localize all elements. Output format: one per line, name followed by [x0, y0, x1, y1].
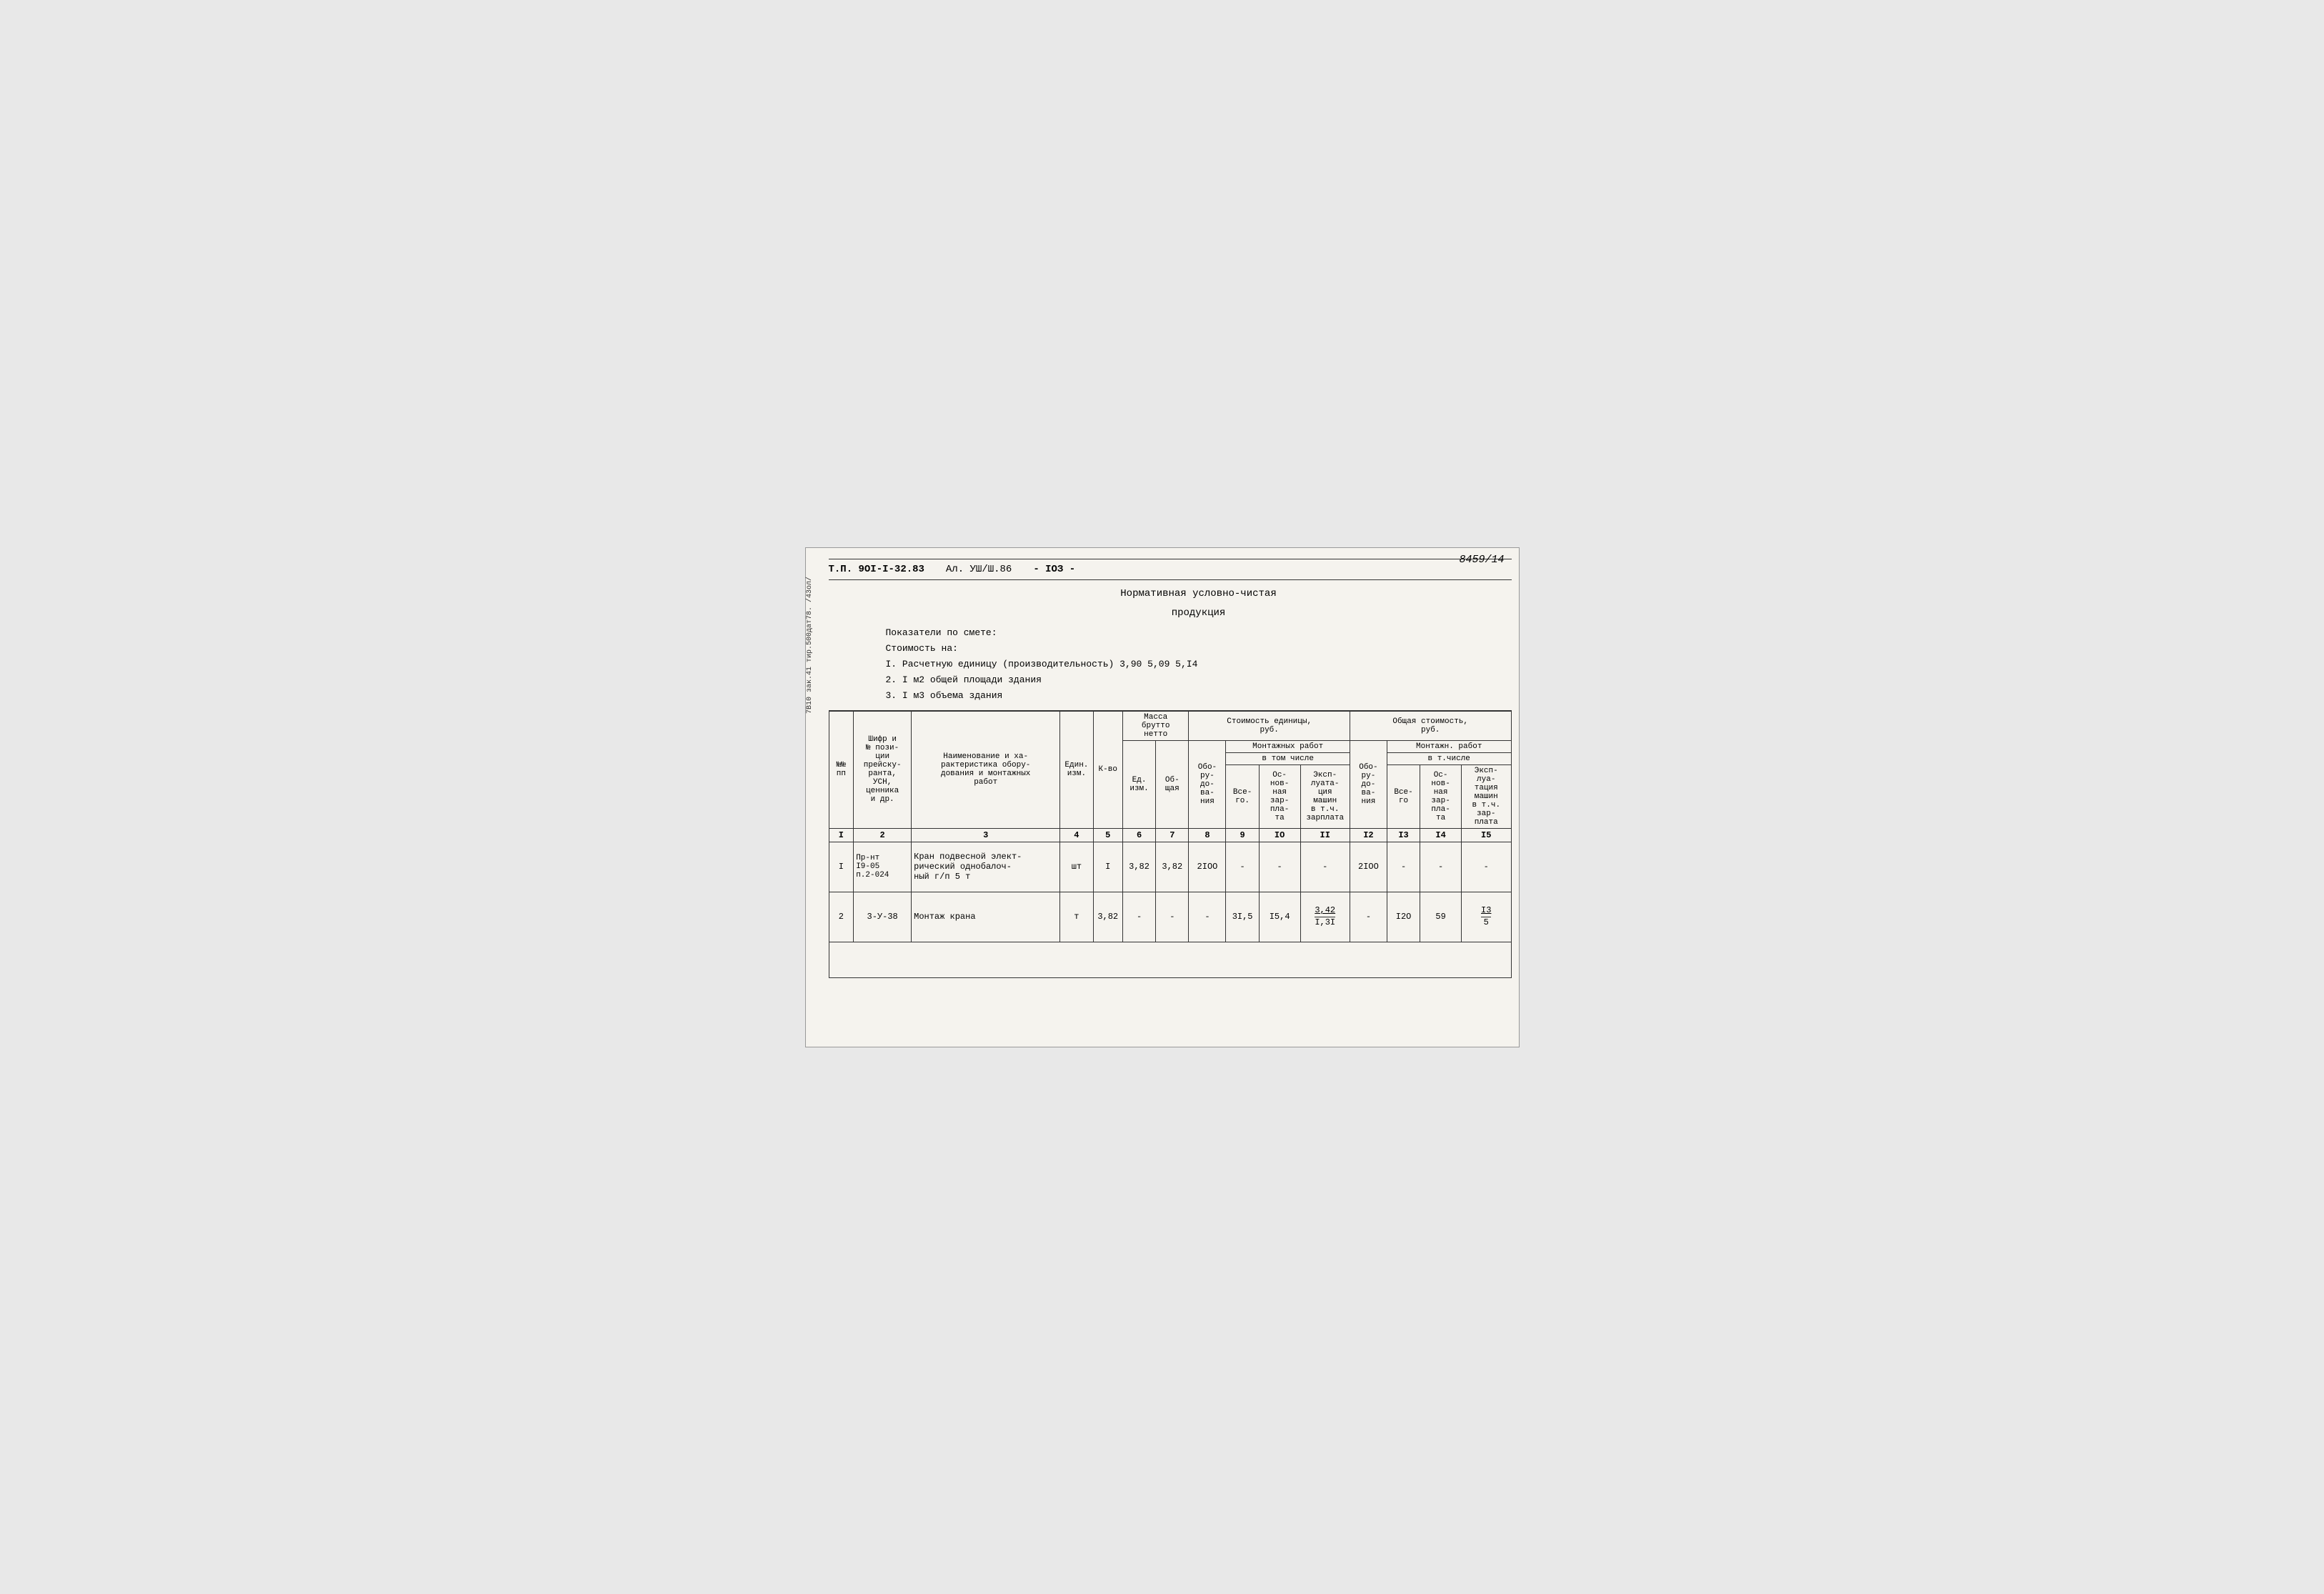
- row1-total-mont-main: -: [1420, 842, 1462, 892]
- item3: 3. I м3 объема здания: [886, 688, 1512, 704]
- row1-total-equip: 2IОО: [1350, 842, 1387, 892]
- row1-mass-total: 3,82: [1156, 842, 1189, 892]
- row1-name: Кран подвесной элект-рический однобалоч-…: [912, 842, 1060, 892]
- page: 8459/14 7В10 зак.41 тир.500дат78. /43ол/…: [805, 547, 1520, 1047]
- col-cost-unit-group: Стоимость единицы,руб.: [1189, 711, 1350, 740]
- col-nn: №№пп: [829, 711, 854, 828]
- header-line: Т.П. 9ОI-I-32.83 Ал. УШ/Ш.86 - IОЗ -: [829, 559, 1512, 580]
- item2: 2. I м2 общей площади здания: [886, 672, 1512, 688]
- row2-total-mont-main: 59: [1420, 892, 1462, 942]
- row2-mont-expl-denom: I,3I: [1315, 917, 1335, 927]
- row1-code: Пр-нтI9-05п.2-024: [854, 842, 912, 892]
- col-code: Шифр и№ пози-циипрейску-ранта,УСН,ценник…: [854, 711, 912, 828]
- col-total-mont-main-hdr: Ос-нов-наязар-пла-та: [1420, 764, 1462, 828]
- row2-mont-expl-fraction: 3,42 I,3I: [1303, 906, 1347, 927]
- row2-mass-unit: -: [1122, 892, 1155, 942]
- col-total-equip: Обо-ру-до-ва-ния: [1350, 740, 1387, 828]
- col-unit: Един.изм.: [1060, 711, 1093, 828]
- col-total-mont-group: Монтажн. работ: [1387, 740, 1511, 752]
- num-4: 4: [1060, 828, 1093, 842]
- num-14: I4: [1420, 828, 1462, 842]
- group-header-row: №№пп Шифр и№ пози-циипрейску-ранта,УСН,ц…: [829, 711, 1511, 740]
- row2-unit: т: [1060, 892, 1093, 942]
- row2-total-mont-expl-fraction: I3 5: [1464, 906, 1509, 927]
- num-7: 7: [1156, 828, 1189, 842]
- table-row: I Пр-нтI9-05п.2-024 Кран подвесной элект…: [829, 842, 1511, 892]
- col-cost-equip: Обо-ру-до-ва-ния: [1189, 740, 1226, 828]
- info-title1: Нормативная условно-чистая: [886, 586, 1512, 603]
- cost-label: Стоимость на:: [886, 641, 1512, 657]
- row2-total-mont-all: I2О: [1387, 892, 1420, 942]
- row1-unit: шт: [1060, 842, 1093, 892]
- num-15: I5: [1462, 828, 1512, 842]
- num-6: 6: [1122, 828, 1155, 842]
- num-5: 5: [1093, 828, 1122, 842]
- row1-mass-unit: 3,82: [1122, 842, 1155, 892]
- col-name: Наименование и ха-рактеристика обору-дов…: [912, 711, 1060, 828]
- row1-mont-expl: -: [1300, 842, 1350, 892]
- col-mass-total: Об-щая: [1156, 740, 1189, 828]
- row1-qty: I: [1093, 842, 1122, 892]
- col-total-mont-all-hdr: Все-го: [1387, 764, 1420, 828]
- col-total-mont-in-subgroup: в т.числе: [1387, 752, 1511, 764]
- row2-name: Монтаж крана: [912, 892, 1060, 942]
- row1-cost-equip: 2IОО: [1189, 842, 1226, 892]
- num-1: I: [829, 828, 854, 842]
- row2-qty: 3,82: [1093, 892, 1122, 942]
- num-12: I2: [1350, 828, 1387, 842]
- col-cost-total-group: Общая стоимость,руб.: [1350, 711, 1511, 740]
- header-al: Ал. УШ/Ш.86: [946, 564, 1012, 575]
- row2-mass-total: -: [1156, 892, 1189, 942]
- left-label: 7В10 зак.41 тир.500дат78. /43ол/: [806, 577, 820, 714]
- num-8: 8: [1189, 828, 1226, 842]
- indicators-label: Показатели по смете:: [886, 625, 1512, 641]
- header-num: - IОЗ -: [1033, 564, 1075, 575]
- col-mass-group: Массабруттонетто: [1122, 711, 1189, 740]
- col-qty: К-во: [1093, 711, 1122, 828]
- num-9: 9: [1226, 828, 1259, 842]
- row2-total-mont-expl-numer: I3: [1481, 906, 1491, 917]
- row2-num: 2: [829, 892, 854, 942]
- col-total-mont-expl-hdr: Эксп-луа-тациямашинв т.ч.зар-плата: [1462, 764, 1512, 828]
- col-mont-all-hdr: Все-го.: [1226, 764, 1259, 828]
- row2-total-mont-expl-denom: 5: [1484, 917, 1489, 927]
- row2-total-mont-expl: I3 5: [1462, 892, 1512, 942]
- row2-mont-expl-numer: 3,42: [1315, 906, 1335, 917]
- page-number: 8459/14: [1459, 554, 1504, 566]
- row2-mont-main: I5,4: [1259, 892, 1300, 942]
- row1-total-mont-expl: -: [1462, 842, 1512, 892]
- col-mont-expl-hdr: Эксп-луата-циямашинв т.ч.зарплата: [1300, 764, 1350, 828]
- num-10: IО: [1259, 828, 1300, 842]
- num-3: 3: [912, 828, 1060, 842]
- row2-total-equip: -: [1350, 892, 1387, 942]
- row2-mont-all: 3I,5: [1226, 892, 1259, 942]
- item1: I. Расчетную единицу (производительность…: [886, 657, 1512, 672]
- row1-mont-main: -: [1259, 842, 1300, 892]
- row1-mont-all: -: [1226, 842, 1259, 892]
- empty-row1: [829, 942, 1511, 977]
- row1-total-mont-all: -: [1387, 842, 1420, 892]
- col-mont-in-subgroup: в том числе: [1226, 752, 1350, 764]
- col-mass-unit: Ед.изм.: [1122, 740, 1155, 828]
- num-11: II: [1300, 828, 1350, 842]
- row1-num: I: [829, 842, 854, 892]
- empty-cell1: [829, 942, 1511, 977]
- table-row: 2 3-У-38 Монтаж крана т 3,82 - - - 3I,5 …: [829, 892, 1511, 942]
- row2-cost-equip: -: [1189, 892, 1226, 942]
- col-mont-group: Монтажных работ: [1226, 740, 1350, 752]
- info-block: Нормативная условно-чистая продукция Пок…: [829, 580, 1512, 711]
- num-13: I3: [1387, 828, 1420, 842]
- header-tp: Т.П. 9ОI-I-32.83: [829, 564, 924, 575]
- main-table: №№пп Шифр и№ пози-циипрейску-ранта,УСН,ц…: [829, 711, 1512, 978]
- num-2: 2: [854, 828, 912, 842]
- num-row: I 2 3 4 5 6 7 8 9 IО II I2 I3 I4 I5: [829, 828, 1511, 842]
- row2-code: 3-У-38: [854, 892, 912, 942]
- col-mont-main-hdr: Ос-нов-наязар-пла-та: [1259, 764, 1300, 828]
- row2-mont-expl: 3,42 I,3I: [1300, 892, 1350, 942]
- info-title2: продукция: [886, 605, 1512, 622]
